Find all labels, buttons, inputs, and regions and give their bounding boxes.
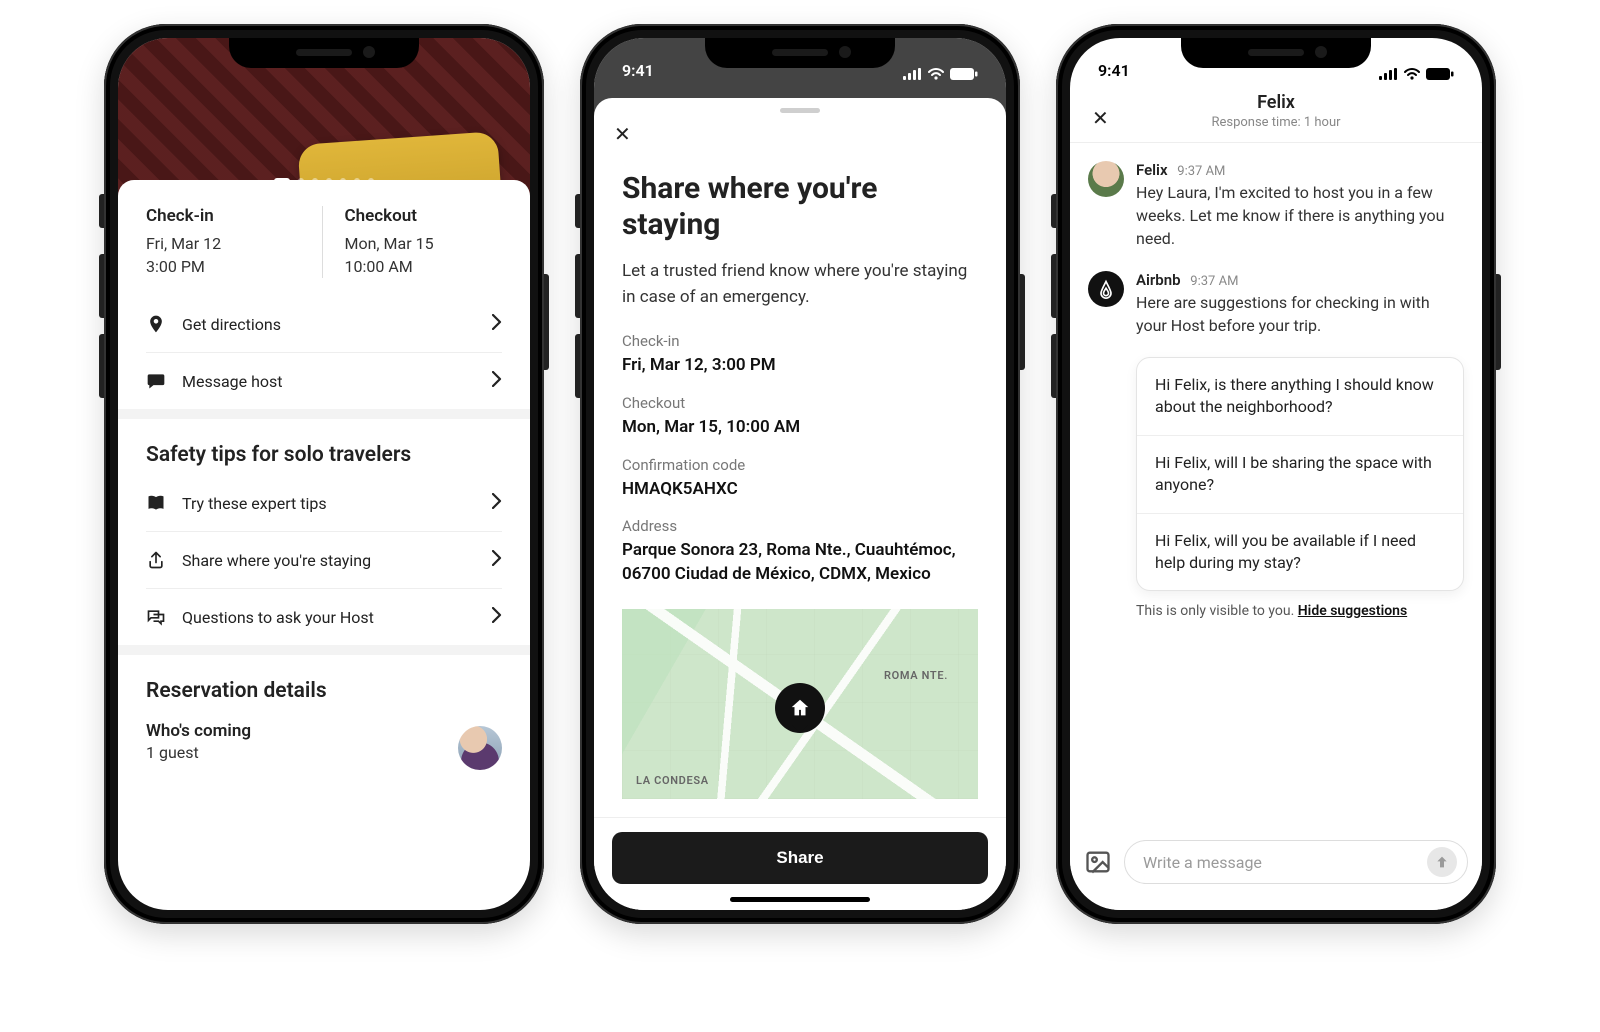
compose-bar: Write a message [1070,828,1482,910]
phone-share-sheet: 9:41 ✕ Share where you're staying Let a … [580,24,1020,924]
checkin-label: Check-in [146,206,304,226]
message-input[interactable]: Write a message [1124,840,1468,884]
host-questions-row[interactable]: Questions to ask your Host [146,588,502,645]
chat-body[interactable]: Felix 9:37 AM Hey Laura, I'm excited to … [1070,143,1482,619]
chat-subtitle: Response time: 1 hour [1070,115,1482,130]
battery-icon [950,68,978,80]
signal-icon [903,68,922,80]
host-questions-label: Questions to ask your Host [182,608,374,627]
checkin-block: Check-in Fri, Mar 12 3:00 PM [146,206,323,278]
msg-text: Here are suggestions for checking in wit… [1136,291,1464,337]
confirmation-label: Confirmation code [622,456,978,474]
sheet-title: Share where you're staying [622,171,978,243]
chevron-right-icon [492,493,502,513]
device-notch [1181,38,1371,68]
reservation-title: Reservation details [118,655,530,711]
msg-time: 9:37 AM [1190,274,1238,289]
message-placeholder: Write a message [1143,853,1262,872]
map-label-roma: ROMA NTE. [884,669,948,682]
dates-section: Check-in Fri, Mar 12 3:00 PM Checkout Mo… [118,180,530,296]
checkin-value: Fri, Mar 12, 3:00 PM [622,354,978,378]
hide-suggestions-link[interactable]: Hide suggestions [1298,603,1407,619]
sheet-grabber[interactable] [780,108,820,113]
message-host-row[interactable]: Message host [146,352,502,409]
wifi-icon [1404,68,1420,80]
map-pin-icon [775,683,825,733]
get-directions-label: Get directions [182,315,281,334]
chevron-right-icon [492,607,502,627]
share-icon [146,550,166,570]
qa-icon [146,607,166,627]
suggestions-card: Hi Felix, is there anything I should kno… [1136,357,1464,591]
checkout-label: Checkout [622,394,978,412]
wifi-icon [928,68,944,80]
share-stay-label: Share where you're staying [182,551,371,570]
status-icons [903,68,978,80]
map-preview[interactable]: ROMA NTE. LA CONDESA [622,609,978,799]
home-indicator[interactable] [730,897,870,902]
chat-title: Felix [1070,92,1482,113]
signal-icon [1379,68,1398,80]
confirmation-value: HMAQK5AHXC [622,478,978,502]
msg-sender: Airbnb [1136,271,1181,289]
send-button[interactable] [1427,847,1457,877]
share-sheet: ✕ Share where you're staying Let a trust… [594,98,1006,910]
host-avatar[interactable] [1088,161,1124,197]
get-directions-row[interactable]: Get directions [146,296,502,352]
checkout-value: Mon, Mar 15, 10:00 AM [622,416,978,440]
map-label-condesa: LA CONDESA [636,774,709,787]
phone-chat: 9:41 ✕ Felix Response time: 1 hour Felix… [1056,24,1496,924]
chevron-right-icon [492,314,502,334]
airbnb-avatar [1088,271,1124,307]
arrow-up-icon [1434,854,1450,870]
book-icon [146,493,166,513]
chevron-right-icon [492,371,502,391]
suggestion-3[interactable]: Hi Felix, will you be available if I nee… [1137,513,1463,591]
airbnb-logo-icon [1096,279,1116,299]
chat-header: ✕ Felix Response time: 1 hour [1070,84,1482,143]
message-host: Felix 9:37 AM Hey Laura, I'm excited to … [1088,161,1464,251]
device-notch [705,38,895,68]
msg-text: Hey Laura, I'm excited to host you in a … [1136,181,1464,251]
chevron-right-icon [492,550,502,570]
msg-time: 9:37 AM [1177,164,1225,179]
checkin-time: 3:00 PM [146,255,304,278]
trip-card: Check-in Fri, Mar 12 3:00 PM Checkout Mo… [118,180,530,792]
guest-avatar[interactable] [458,726,502,770]
expert-tips-row[interactable]: Try these expert tips [146,475,502,531]
expert-tips-label: Try these expert tips [182,494,327,513]
checkout-time: 10:00 AM [345,255,503,278]
suggestion-1[interactable]: Hi Felix, is there anything I should kno… [1137,358,1463,435]
phone-trip-details: Check-in Fri, Mar 12 3:00 PM Checkout Mo… [104,24,544,924]
pin-icon [146,314,166,334]
checkin-label: Check-in [622,332,978,350]
status-icons [1379,68,1454,80]
share-stay-row[interactable]: Share where you're staying [146,531,502,588]
share-button[interactable]: Share [612,832,988,884]
sheet-lead: Let a trusted friend know where you're s… [622,259,978,310]
close-icon[interactable]: ✕ [614,124,631,144]
safety-section-title: Safety tips for solo travelers [118,419,530,475]
message-airbnb: Airbnb 9:37 AM Here are suggestions for … [1088,271,1464,337]
status-time: 9:41 [622,61,654,80]
status-time: 9:41 [1098,61,1130,80]
chat-icon [146,371,166,391]
msg-sender: Felix [1136,161,1168,179]
address-value: Parque Sonora 23, Roma Nte., Cuauhtémoc,… [622,539,978,587]
device-notch [229,38,419,68]
suggestion-2[interactable]: Hi Felix, will I be sharing the space wi… [1137,435,1463,513]
battery-icon [1426,68,1454,80]
checkout-label: Checkout [345,206,503,226]
photo-icon[interactable] [1084,848,1112,876]
checkin-date: Fri, Mar 12 [146,232,304,255]
message-host-label: Message host [182,372,283,391]
close-icon[interactable]: ✕ [1092,106,1109,130]
checkout-date: Mon, Mar 15 [345,232,503,255]
checkout-block: Checkout Mon, Mar 15 10:00 AM [323,206,503,278]
suggestions-hint: This is only visible to you. Hide sugges… [1136,603,1464,619]
address-label: Address [622,517,978,535]
